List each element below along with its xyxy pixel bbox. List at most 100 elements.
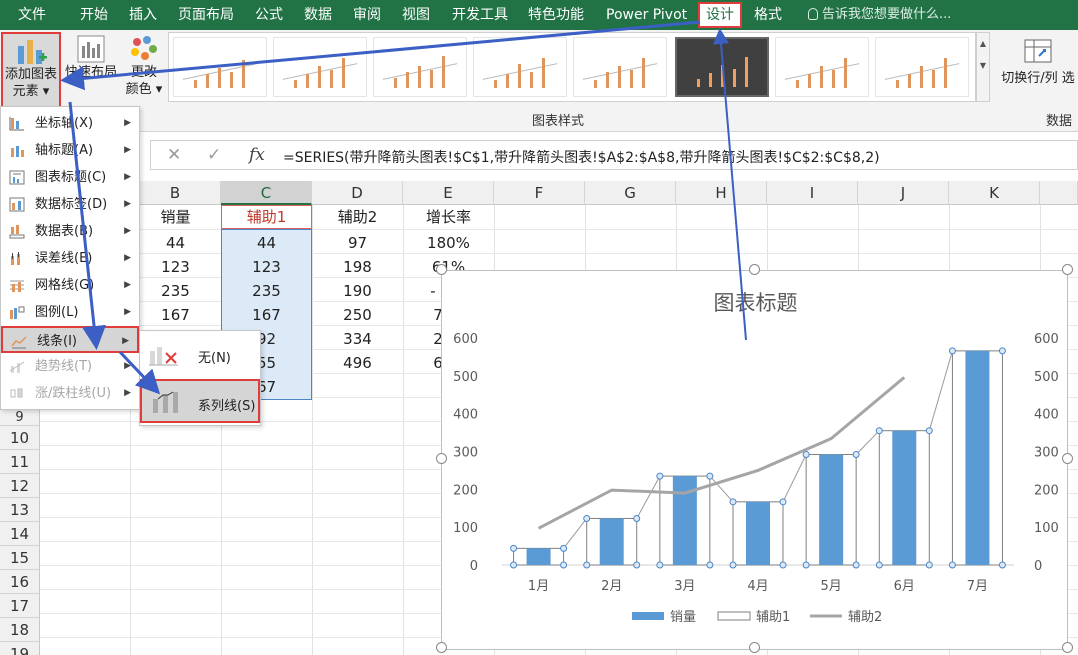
tab-special[interactable]: 特色功能	[528, 0, 584, 30]
row-header-10[interactable]: 10	[0, 426, 40, 450]
menu-item-error-bars[interactable]: 误差线(E) ▶	[1, 245, 139, 272]
cell-c4[interactable]: 235	[221, 279, 312, 303]
menu-item-gridlines[interactable]: 网格线(G) ▶	[1, 272, 139, 299]
menu-label-chart-title: 图表标题(C)	[35, 170, 107, 185]
cell-e1[interactable]: 增长率	[403, 205, 494, 229]
cell-d2[interactable]: 97	[312, 231, 403, 255]
cell-d5[interactable]: 250	[312, 303, 403, 327]
menu-item-lines[interactable]: 线条(I) ▶	[1, 326, 139, 353]
tell-me-search[interactable]: 告诉我您想要做什么...	[808, 0, 951, 30]
quick-layout-button[interactable]: 快速布局	[62, 32, 120, 108]
switch-row-column-button[interactable]: 切换行/列 选	[998, 34, 1078, 104]
enter-icon[interactable]: ✓	[207, 145, 221, 165]
column-header-h[interactable]: H	[676, 181, 767, 205]
cell-c5[interactable]: 167	[221, 303, 312, 327]
tab-power-pivot[interactable]: Power Pivot	[606, 0, 687, 30]
row-header-11[interactable]: 11	[0, 450, 40, 474]
cell-c3[interactable]: 123	[221, 255, 312, 279]
column-header-e[interactable]: E	[403, 181, 494, 205]
chart-style-5[interactable]	[573, 37, 667, 97]
row-header-19[interactable]: 19	[0, 642, 40, 655]
column-header-j[interactable]: J	[858, 181, 949, 205]
row-header-12[interactable]: 12	[0, 474, 40, 498]
cell-b4[interactable]: 235	[130, 279, 221, 303]
cell-d7[interactable]: 496	[312, 351, 403, 375]
submenu-arrow-icon: ▶	[124, 226, 131, 236]
tab-design[interactable]: 设计	[698, 2, 742, 28]
tab-home[interactable]: 开始	[80, 0, 108, 30]
resize-handle-left[interactable]	[436, 453, 447, 464]
row-header-13[interactable]: 13	[0, 498, 40, 522]
submenu-label-none: 无(N)	[198, 351, 231, 366]
tab-formulas[interactable]: 公式	[255, 0, 283, 30]
row-header-18[interactable]: 18	[0, 618, 40, 642]
resize-handle-top[interactable]	[749, 264, 760, 275]
column-header-d[interactable]: D	[312, 181, 403, 205]
resize-handle-right[interactable]	[1062, 453, 1073, 464]
tab-insert[interactable]: 插入	[129, 0, 157, 30]
formula-input[interactable]: =SERIES(带升降箭头图表!$C$1,带升降箭头图表!$A$2:$A$8,带…	[283, 147, 880, 167]
tab-file[interactable]: 文件	[18, 0, 46, 30]
tab-data[interactable]: 数据	[304, 0, 332, 30]
row-header-9[interactable]: 9	[0, 410, 40, 426]
menu-item-legend[interactable]: 图例(L) ▶	[1, 299, 139, 326]
menu-item-axes[interactable]: 坐标轴(X) ▶	[1, 110, 139, 137]
column-header-extra[interactable]	[1040, 181, 1078, 205]
cell-c2[interactable]: 44	[221, 231, 312, 255]
cell-b1[interactable]: 销量	[130, 205, 221, 229]
cell-d1[interactable]: 辅助2	[312, 205, 403, 229]
resize-handle-tr[interactable]	[1062, 264, 1073, 275]
row-header-16[interactable]: 16	[0, 570, 40, 594]
cell-b5[interactable]: 167	[130, 303, 221, 327]
change-colors-button[interactable]: 更改 颜色 ▾	[122, 32, 166, 108]
submenu-item-series-lines[interactable]: 系列线(S)	[140, 379, 260, 423]
column-header-k[interactable]: K	[949, 181, 1040, 205]
function-icon[interactable]: fx	[249, 145, 265, 165]
tab-format[interactable]: 格式	[754, 0, 782, 30]
gallery-scroll[interactable]: ▲ ▼	[976, 32, 990, 102]
menu-item-axis-titles[interactable]: 轴标题(A) ▶	[1, 137, 139, 164]
row-header-17[interactable]: 17	[0, 594, 40, 618]
cell-b2[interactable]: 44	[130, 231, 221, 255]
resize-handle-tl[interactable]	[436, 264, 447, 275]
column-header-b[interactable]: B	[130, 181, 221, 205]
menu-item-data-labels[interactable]: 数据标签(D) ▶	[1, 191, 139, 218]
chart-style-3[interactable]	[373, 37, 467, 97]
chart-style-2[interactable]	[273, 37, 367, 97]
cancel-icon[interactable]: ✕	[167, 145, 181, 165]
column-header-g[interactable]: G	[585, 181, 676, 205]
cell-d3[interactable]: 198	[312, 255, 403, 279]
chart-style-1[interactable]	[173, 37, 267, 97]
column-header-i[interactable]: I	[767, 181, 858, 205]
menu-item-data-table[interactable]: 数据表(B) ▶	[1, 218, 139, 245]
chart-style-4[interactable]	[473, 37, 567, 97]
tab-review[interactable]: 审阅	[353, 0, 381, 30]
chart-style-7[interactable]	[775, 37, 869, 97]
resize-handle-bottom[interactable]	[749, 642, 760, 653]
chart-plot[interactable]: 0 0 100 100 200 200 300 300 400 400 500 500 600 600 1月…	[442, 271, 1069, 651]
cell-d6[interactable]: 334	[312, 327, 403, 351]
row-header-15[interactable]: 15	[0, 546, 40, 570]
tab-view[interactable]: 视图	[402, 0, 430, 30]
cell-e2[interactable]: 180%	[403, 231, 494, 255]
tab-page-layout[interactable]: 页面布局	[178, 0, 234, 30]
chart-style-6[interactable]	[675, 37, 769, 97]
chart-style-8[interactable]	[875, 37, 969, 97]
cell-b3[interactable]: 123	[130, 255, 221, 279]
add-chart-element-button[interactable]: 添加图表 元素 ▾	[1, 32, 61, 108]
row-header-14[interactable]: 14	[0, 522, 40, 546]
submenu-item-none[interactable]: 无(N)	[140, 335, 260, 373]
cell-d4[interactable]: 190	[312, 279, 403, 303]
submenu-label-series-lines: 系列线(S)	[198, 399, 256, 414]
x-tick-label: 2月	[601, 579, 622, 594]
menu-item-trendline[interactable]: 趋势线(T) ▶	[1, 353, 139, 380]
cell-c1[interactable]: 辅助1	[221, 205, 312, 229]
resize-handle-br[interactable]	[1062, 642, 1073, 653]
menu-item-chart-title[interactable]: 图表标题(C) ▶	[1, 164, 139, 191]
resize-handle-bl[interactable]	[436, 642, 447, 653]
menu-item-updown-bars[interactable]: 涨/跌柱线(U) ▶	[1, 380, 139, 407]
column-header-c[interactable]: C	[221, 181, 312, 205]
tab-developer[interactable]: 开发工具	[452, 0, 508, 30]
column-header-f[interactable]: F	[494, 181, 585, 205]
chart-area[interactable]: 图表标题 0 0 100 100 200 200 300 300 400 400 500 500 600…	[441, 270, 1068, 650]
